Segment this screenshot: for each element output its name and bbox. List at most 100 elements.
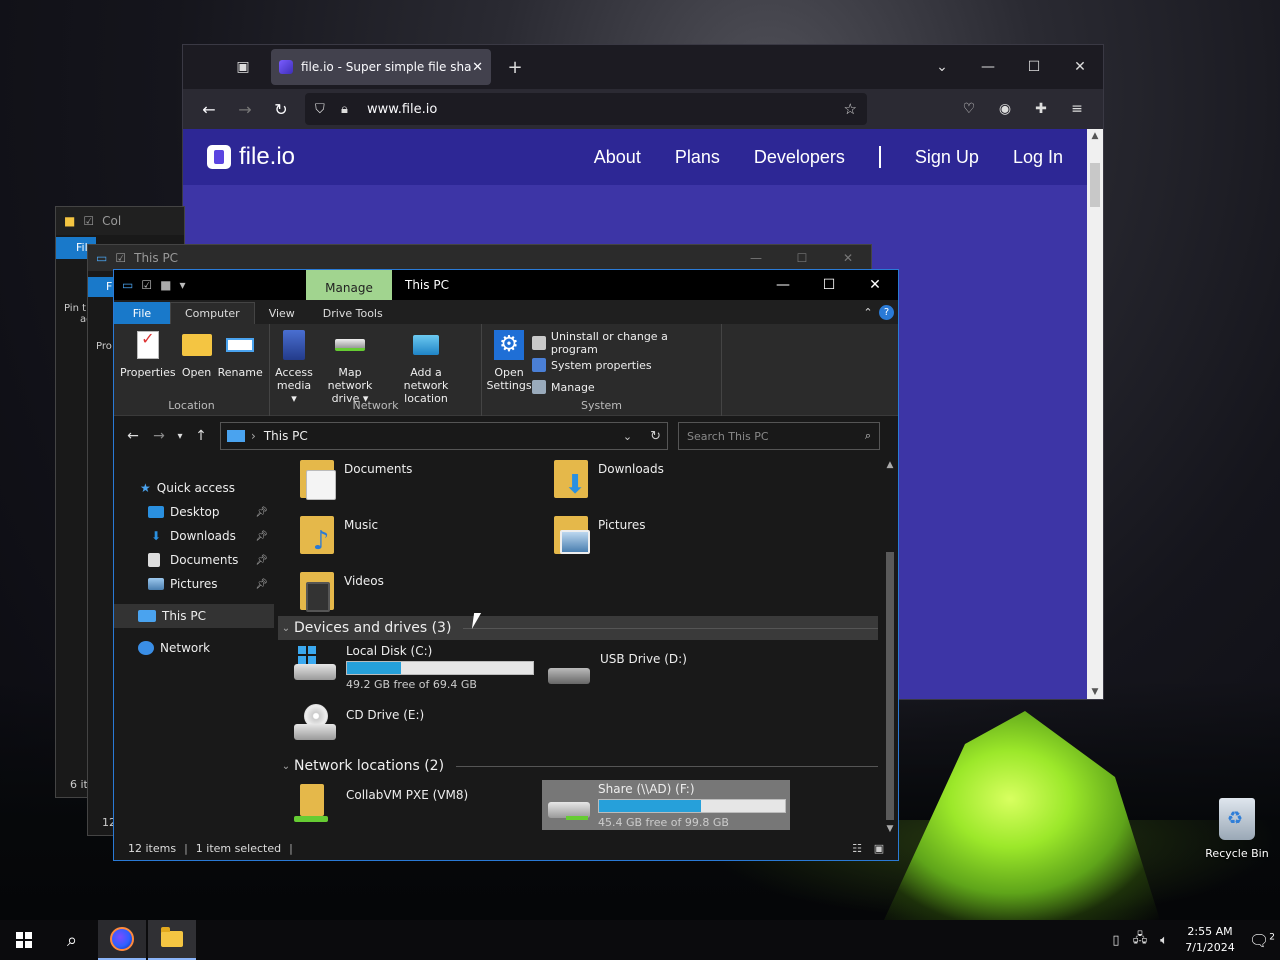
folder-downloads[interactable]: ⬇ Downloads [552,458,664,500]
properties-check-icon[interactable]: ☑ [141,278,152,292]
firefox-close-button[interactable]: ✕ [1057,59,1103,75]
pin-icon[interactable]: 📌︎ [255,555,268,566]
firefox-maximize-button[interactable]: ☐ [1011,59,1057,75]
reload-button[interactable]: ↻ [263,100,299,119]
folder-documents[interactable]: Documents [298,458,412,500]
start-button[interactable] [0,920,48,960]
address-text[interactable]: This PC [264,429,308,443]
search-input[interactable]: Search This PC ⌕ [678,422,880,450]
scroll-down-icon[interactable]: ▼ [1087,687,1103,697]
tab-list-icon[interactable]: ⌄ [919,59,965,75]
content-scroll-thumb[interactable] [886,552,894,820]
lock-icon[interactable]: 🔒︎ [341,102,367,117]
bookmark-star-icon[interactable]: ☆ [844,100,857,118]
folder-music[interactable]: ♪ Music [298,514,378,556]
breadcrumb-chevron-icon[interactable]: › [251,429,256,443]
nav-this-pc[interactable]: This PC [114,604,274,628]
pin-icon[interactable]: 📌︎ [255,507,268,518]
details-view-icon[interactable]: ☷ [846,842,868,855]
tab-view[interactable]: View [255,302,309,324]
nav-plans[interactable]: Plans [675,147,720,168]
manage-contextual-tab[interactable]: Manage [306,270,392,300]
search-icon[interactable]: ⌕ [865,429,871,443]
manage-button[interactable]: Manage [532,376,717,398]
bg-minimize-button[interactable]: — [733,251,779,265]
account-icon[interactable]: ◉ [987,101,1023,117]
nav-sign-up[interactable]: Sign Up [915,147,979,168]
refresh-icon[interactable]: ↻ [650,429,661,444]
firefox-view-icon[interactable]: ▣ [223,51,263,83]
address-bar[interactable]: › This PC ⌄ ↻ [220,422,668,450]
network-location-collabvm[interactable]: CollabVM PXE (VM8) [292,784,468,824]
site-logo[interactable]: file.io [207,143,295,171]
scroll-up-icon[interactable]: ▲ [882,460,898,470]
recent-locations-icon[interactable]: ▾ [172,431,188,442]
network-icon[interactable]: 🖧︎ [1128,929,1152,951]
explorer-minimize-button[interactable]: — [760,277,806,293]
desktop-icon-recycle-bin[interactable]: Recycle Bin [1200,798,1274,860]
new-folder-icon[interactable]: ■ [160,278,171,292]
uninstall-program-button[interactable]: Uninstall or change a program [532,330,717,356]
content-scrollbar[interactable]: ▲ ▼ [882,458,898,836]
bg-maximize-button[interactable]: ☐ [779,251,825,265]
action-center-button[interactable]: 🗨︎2 [1244,931,1280,950]
back-button[interactable]: ← [191,100,227,119]
menu-icon[interactable]: ≡ [1059,101,1095,117]
page-scroll-thumb[interactable] [1090,163,1100,207]
tab-drive-tools[interactable]: Drive Tools [309,302,397,324]
shield-icon[interactable]: ⛉ [315,102,341,117]
tab-file[interactable]: File [114,302,170,324]
pin-icon[interactable]: 📌︎ [255,579,268,590]
folder-videos[interactable]: Videos [298,570,384,612]
page-scrollbar[interactable]: ▲ ▼ [1087,129,1103,699]
search-button[interactable]: ⌕ [48,920,96,960]
nav-desktop[interactable]: Desktop 📌︎ [114,500,274,524]
url-bar[interactable]: ⛉ 🔒︎ www.file.io ☆ [305,93,867,125]
up-button[interactable]: ↑ [188,428,214,444]
system-properties-button[interactable]: System properties [532,354,717,376]
nav-downloads[interactable]: ⬇ Downloads 📌︎ [114,524,274,548]
scroll-down-icon[interactable]: ▼ [882,824,898,834]
nav-documents[interactable]: Documents 📌︎ [114,548,274,572]
taskbar-firefox[interactable] [98,920,146,960]
large-icons-view-icon[interactable]: ▣ [868,842,890,855]
network-locations-header[interactable]: ⌄ Network locations (2) [278,754,878,778]
nav-about[interactable]: About [594,147,641,168]
tab-computer[interactable]: Computer [170,302,255,324]
customize-toolbar-icon[interactable]: ▾ [179,278,185,292]
drive-d[interactable]: USB Drive (D:) [546,648,687,688]
extensions-icon[interactable]: ✚ [1023,101,1059,117]
tab-close-icon[interactable]: ✕ [472,60,483,75]
nav-developers[interactable]: Developers [754,147,845,168]
drive-e[interactable]: CD Drive (E:) [292,704,424,744]
help-icon[interactable]: ? [879,304,894,320]
bg-close-button[interactable]: ✕ [825,251,871,265]
browser-tab[interactable]: file.io - Super simple file sharing ✕ [271,49,491,85]
collapse-caret-icon[interactable]: ⌄ [278,761,294,772]
pin-icon[interactable]: 📌︎ [255,531,268,542]
scroll-up-icon[interactable]: ▲ [1087,131,1103,141]
drive-c[interactable]: Local Disk (C:) 49.2 GB free of 69.4 GB [292,644,534,691]
collapse-caret-icon[interactable]: ⌄ [278,623,294,634]
explorer-maximize-button[interactable]: ☐ [806,277,852,293]
taskbar-file-explorer[interactable] [148,920,196,960]
usb-icon[interactable]: ▯ [1104,933,1128,948]
explorer-close-button[interactable]: ✕ [852,277,898,293]
new-tab-button[interactable]: + [497,57,533,78]
nav-log-in[interactable]: Log In [1013,147,1063,168]
network-drive-f[interactable]: Share (\\AD) (F:) 45.4 GB free of 99.8 G… [542,780,790,830]
devices-and-drives-header[interactable]: ⌄ Devices and drives (3) [278,616,878,640]
firefox-minimize-button[interactable]: — [965,59,1011,75]
nav-network[interactable]: Network [114,636,274,660]
volume-muted-icon[interactable]: 🔈︎ [1152,933,1176,948]
explorer-forward-button[interactable]: → [146,428,172,444]
address-dropdown-icon[interactable]: ⌄ [623,430,632,443]
background-window-2-file-tab[interactable]: F [88,277,114,297]
folder-pictures[interactable]: Pictures [552,514,646,556]
pocket-icon[interactable]: ♡ [951,101,987,117]
clock[interactable]: 2:55 AM 7/1/2024 [1182,924,1238,956]
url-text[interactable]: www.file.io [367,102,844,117]
collapse-ribbon-icon[interactable]: ⌃ [857,306,879,319]
forward-button[interactable]: → [227,100,263,119]
explorer-back-button[interactable]: ← [120,428,146,444]
